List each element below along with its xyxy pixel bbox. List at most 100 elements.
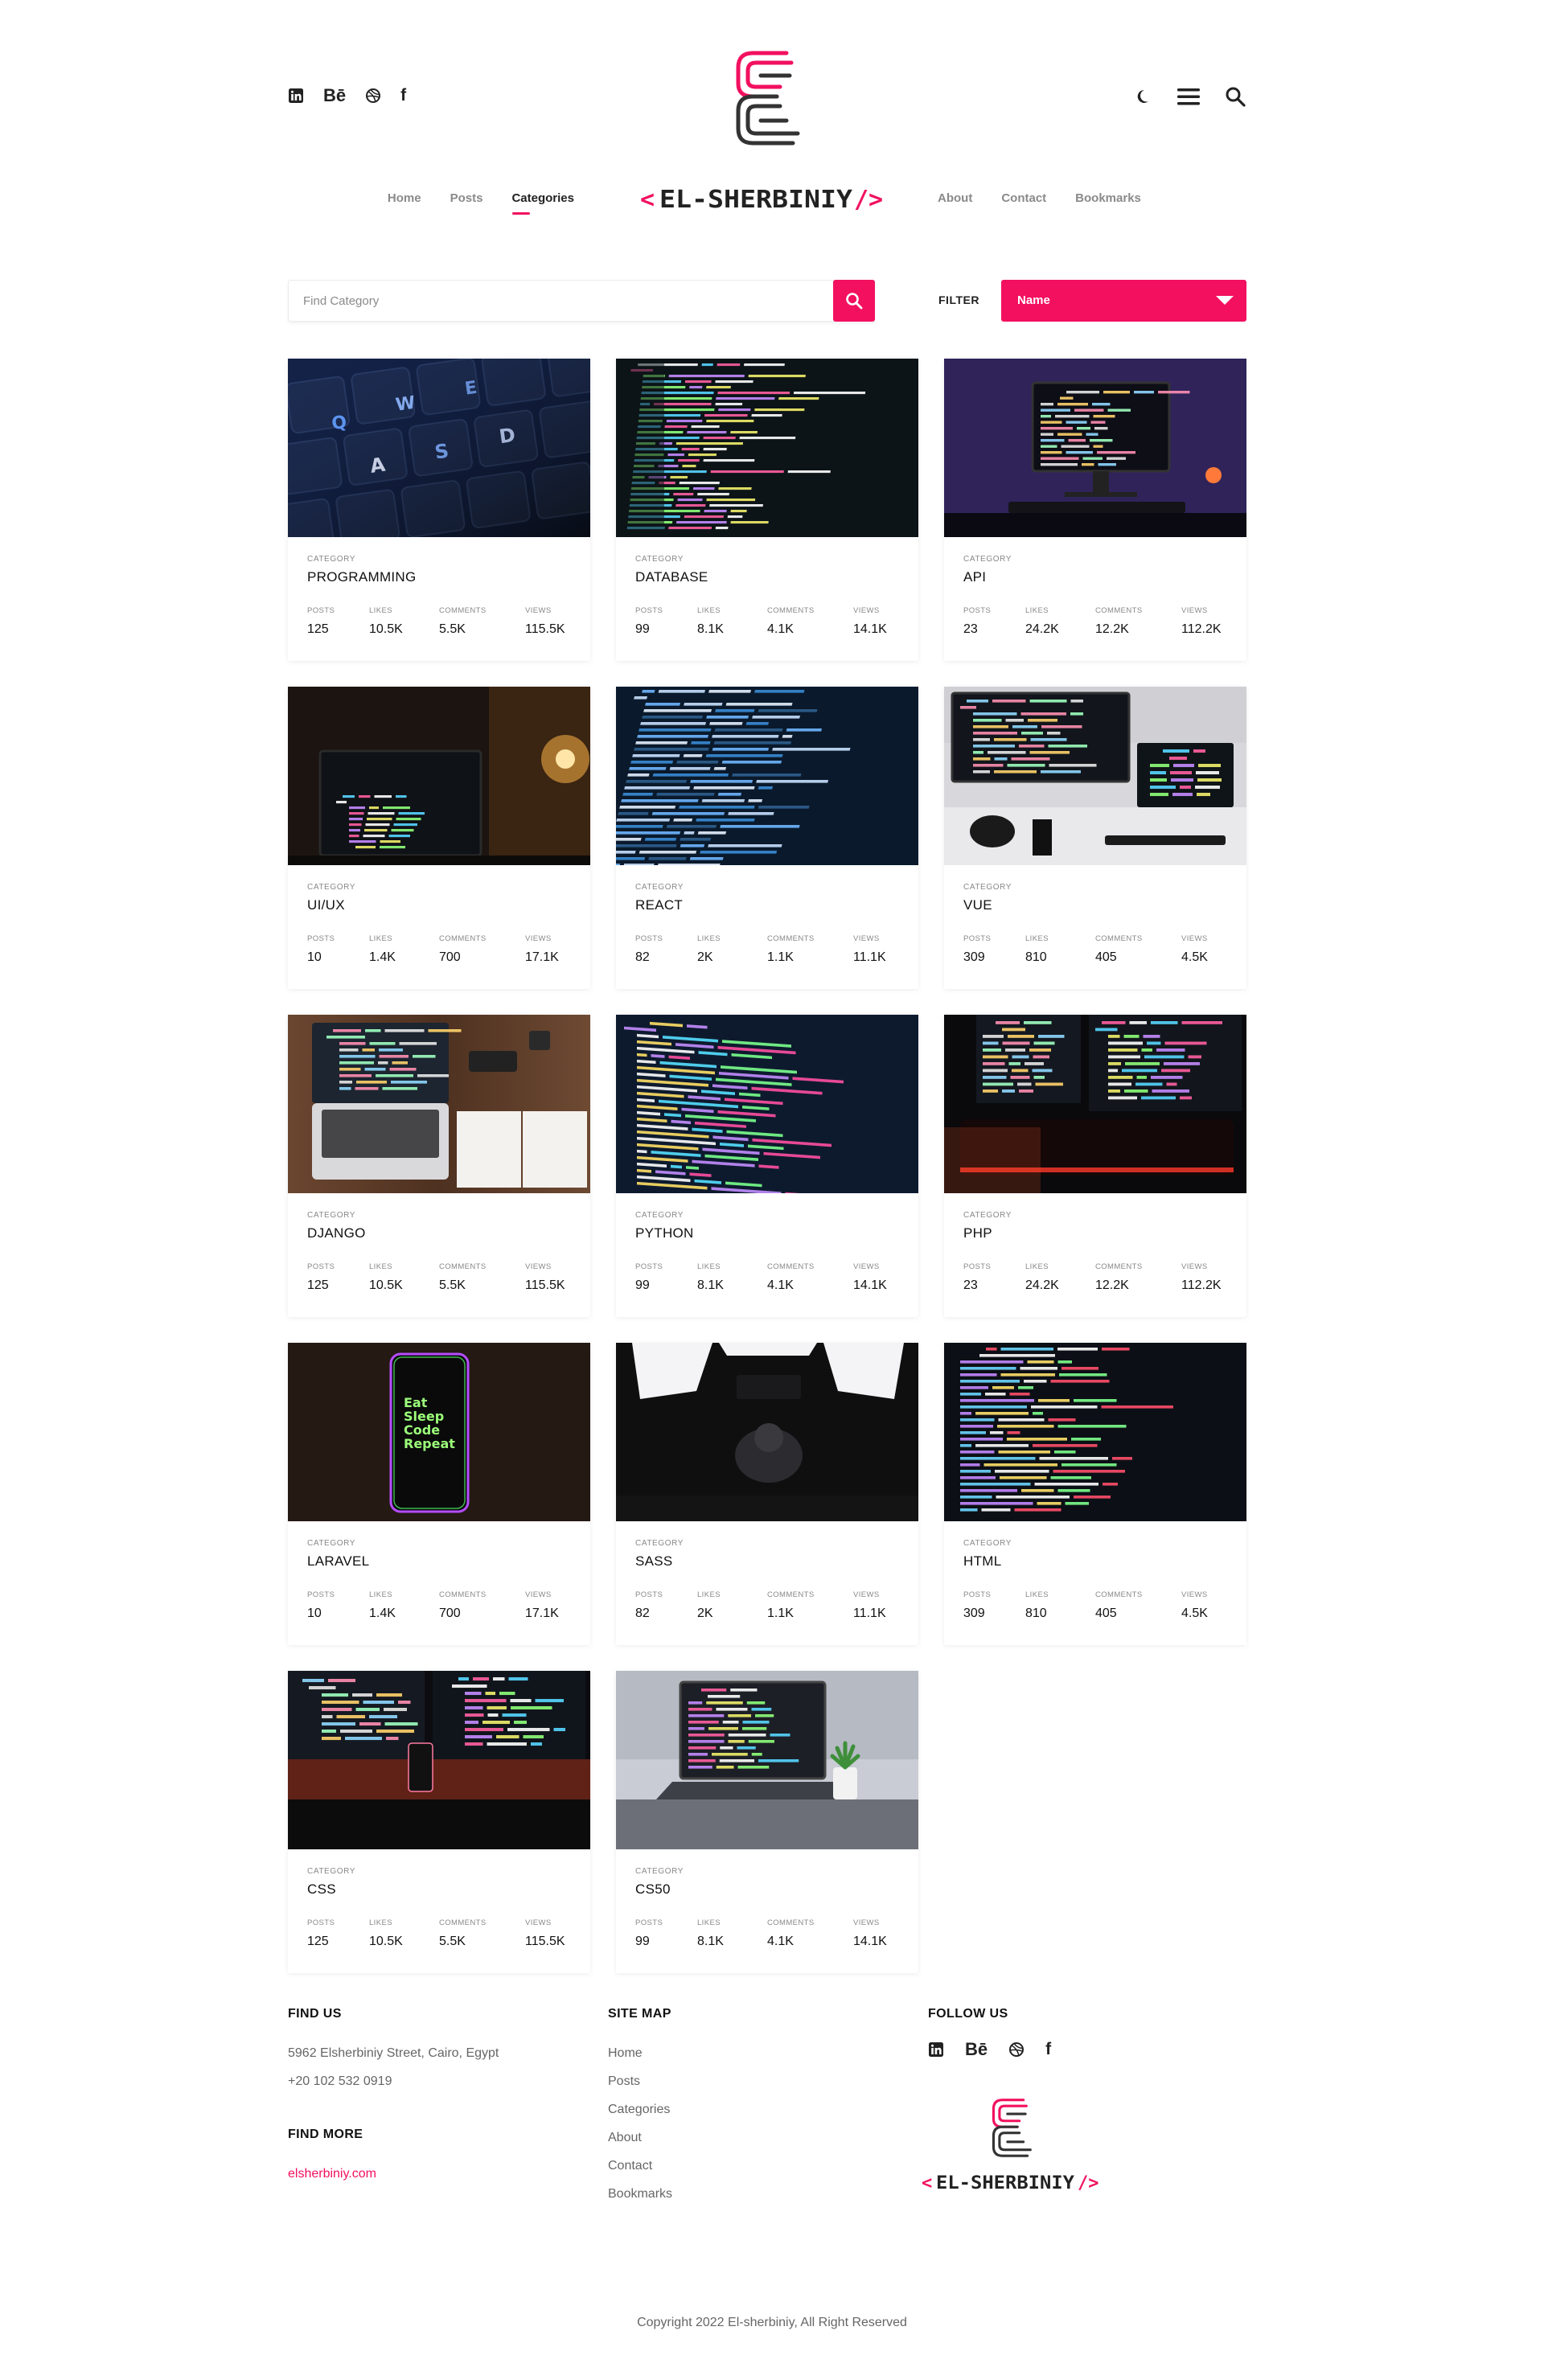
filter-dropdown[interactable]: Name (1001, 280, 1246, 322)
stat-comments: COMMENTS 4.1K (767, 606, 815, 637)
stat-likes: LIKES 810 (1025, 934, 1049, 965)
stat-comments-label: COMMENTS (439, 606, 487, 615)
category-card-sass[interactable]: CATEGORY SASS POSTS 82 LIKES 2K COMMENTS… (616, 1343, 918, 1645)
category-card-body: CATEGORY PHP POSTS 23 LIKES 24.2K COMMEN… (944, 1193, 1246, 1317)
linkedin-icon[interactable] (288, 85, 304, 106)
search-submit-button[interactable] (833, 280, 875, 322)
footer-link-home[interactable]: Home (608, 2039, 672, 2067)
search-icon[interactable] (1224, 85, 1246, 108)
category-card-ui-ux[interactable]: CATEGORY UI/UX POSTS 10 LIKES 1.4K COMME… (288, 687, 590, 989)
category-search-input[interactable] (303, 281, 818, 321)
nav-bookmarks[interactable]: Bookmarks (1075, 191, 1141, 215)
nav-posts[interactable]: Posts (450, 191, 483, 215)
facebook-icon[interactable]: f (400, 85, 406, 106)
stat-views: VIEWS 4.5K (1181, 1590, 1208, 1621)
logo-icon[interactable] (729, 48, 806, 148)
category-name: API (963, 569, 987, 585)
stat-posts-label: POSTS (963, 1262, 992, 1271)
footer-link-categories[interactable]: Categories (608, 2095, 672, 2124)
stat-posts-label: POSTS (635, 1918, 663, 1927)
category-label: CATEGORY (635, 555, 684, 564)
stat-comments: COMMENTS 405 (1095, 934, 1143, 965)
category-label: CATEGORY (307, 555, 355, 564)
stat-comments-label: COMMENTS (1095, 934, 1143, 943)
category-card-laravel[interactable]: Eat Sleep Code Repeat CATEGORY LARAVEL POST… (288, 1343, 590, 1645)
stat-comments-label: COMMENTS (1095, 1262, 1143, 1271)
stat-posts-label: POSTS (635, 934, 663, 943)
category-stats: POSTS 10 LIKES 1.4K COMMENTS 700 VIEWS 1… (307, 934, 573, 975)
stat-comments-label: COMMENTS (767, 934, 815, 943)
nav-home[interactable]: Home (388, 191, 421, 215)
category-card-vue[interactable]: CATEGORY VUE POSTS 309 LIKES 810 COMMENT… (944, 687, 1246, 989)
category-card-react[interactable]: CATEGORY REACT POSTS 82 LIKES 2K COMMENT… (616, 687, 918, 989)
category-card-html[interactable]: CATEGORY HTML POSTS 309 LIKES 810 COMMEN… (944, 1343, 1246, 1645)
stat-comments-label: COMMENTS (439, 1262, 487, 1271)
stat-views-label: VIEWS (1181, 934, 1208, 943)
category-card-php[interactable]: CATEGORY PHP POSTS 23 LIKES 24.2K COMMEN… (944, 1015, 1246, 1317)
category-name: SASS (635, 1553, 673, 1569)
moon-icon[interactable] (1131, 85, 1153, 108)
social-links: Bē f (288, 85, 406, 106)
nav-contact[interactable]: Contact (1001, 191, 1046, 215)
category-name: LARAVEL (307, 1553, 370, 1569)
stat-posts-label: POSTS (635, 1590, 663, 1599)
footer-link-contact[interactable]: Contact (608, 2152, 672, 2180)
category-card-body: CATEGORY UI/UX POSTS 10 LIKES 1.4K COMME… (288, 865, 590, 989)
stat-comments-label: COMMENTS (439, 934, 487, 943)
stat-posts-label: POSTS (963, 934, 992, 943)
behance-icon[interactable]: Bē (965, 2039, 988, 2060)
stat-posts-value: 10 (307, 950, 322, 964)
dribbble-icon[interactable] (1008, 2039, 1025, 2060)
category-image: Eat Sleep Code Repeat (288, 1343, 590, 1521)
category-name: PYTHON (635, 1225, 694, 1241)
stat-likes-value: 24.2K (1025, 1278, 1059, 1292)
behance-icon[interactable]: Bē (323, 85, 346, 106)
stat-likes-label: LIKES (369, 1262, 392, 1271)
nav-right-group: About Contact Bookmarks (938, 191, 1141, 215)
category-image (944, 1015, 1246, 1193)
stat-comments-label: COMMENTS (767, 1918, 815, 1927)
category-stats: POSTS 309 LIKES 810 COMMENTS 405 VIEWS 4… (963, 934, 1229, 975)
nav-about[interactable]: About (938, 191, 972, 215)
dribbble-icon[interactable] (365, 85, 381, 106)
category-card-database[interactable]: CATEGORY DATABASE POSTS 99 LIKES 8.1K CO… (616, 359, 918, 661)
category-card-programming[interactable]: QWEASD CATEGORY PROGRAMMING POSTS 125 LI… (288, 359, 590, 661)
facebook-icon[interactable]: f (1045, 2039, 1051, 2060)
stat-likes: LIKES 810 (1025, 1590, 1049, 1621)
category-card-cs50[interactable]: CATEGORY CS50 POSTS 99 LIKES 8.1K COMMEN… (616, 1671, 918, 1973)
footer-link-bookmarks[interactable]: Bookmarks (608, 2180, 672, 2208)
stat-posts-value: 99 (635, 622, 650, 636)
main-nav: Home Posts Categories < EL-SHERBINIY /> … (0, 186, 1544, 235)
stat-posts-label: POSTS (963, 606, 992, 615)
category-stats: POSTS 99 LIKES 8.1K COMMENTS 4.1K VIEWS … (635, 1918, 901, 1959)
category-card-body: CATEGORY CS50 POSTS 99 LIKES 8.1K COMMEN… (616, 1849, 918, 1973)
category-image (944, 687, 1246, 865)
category-card-api[interactable]: CATEGORY API POSTS 23 LIKES 24.2K COMMEN… (944, 359, 1246, 661)
linkedin-icon[interactable] (928, 2039, 944, 2060)
stat-comments: COMMENTS 700 (439, 934, 487, 965)
stat-likes-value: 10.5K (369, 622, 403, 636)
category-card-css[interactable]: CATEGORY CSS POSTS 125 LIKES 10.5K COMME… (288, 1671, 590, 1973)
stat-views-value: 14.1K (853, 1935, 887, 1948)
site-footer: FIND US 5962 Elsherbiniy Street, Cairo, … (288, 2007, 1246, 2232)
category-name: DATABASE (635, 569, 708, 585)
category-card-django[interactable]: CATEGORY DJANGO POSTS 125 LIKES 10.5K CO… (288, 1015, 590, 1317)
site-wordmark[interactable]: < EL-SHERBINIY /> (637, 178, 894, 219)
footer-link-posts[interactable]: Posts (608, 2067, 672, 2095)
stat-posts-label: POSTS (307, 1918, 335, 1927)
nav-categories[interactable]: Categories (511, 191, 574, 215)
stat-likes: LIKES 10.5K (369, 1918, 403, 1949)
footer-link-about[interactable]: About (608, 2124, 672, 2152)
stat-views-value: 112.2K (1181, 622, 1222, 636)
footer-logo[interactable]: < EL-SHERBINIY /> (922, 2094, 1107, 2198)
category-stats: POSTS 125 LIKES 10.5K COMMENTS 5.5K VIEW… (307, 1918, 573, 1959)
category-card-body: CATEGORY HTML POSTS 309 LIKES 810 COMMEN… (944, 1521, 1246, 1645)
stat-likes-value: 10.5K (369, 1278, 403, 1292)
stat-posts-value: 125 (307, 1278, 329, 1292)
footer-website-link[interactable]: elsherbiniy.com (288, 2160, 499, 2188)
stat-likes-value: 8.1K (697, 1935, 724, 1948)
menu-icon[interactable] (1177, 85, 1200, 108)
stat-comments-label: COMMENTS (439, 1590, 487, 1599)
category-card-python[interactable]: CATEGORY PYTHON POSTS 99 LIKES 8.1K COMM… (616, 1015, 918, 1317)
stat-comments-value: 1.1K (767, 950, 794, 964)
